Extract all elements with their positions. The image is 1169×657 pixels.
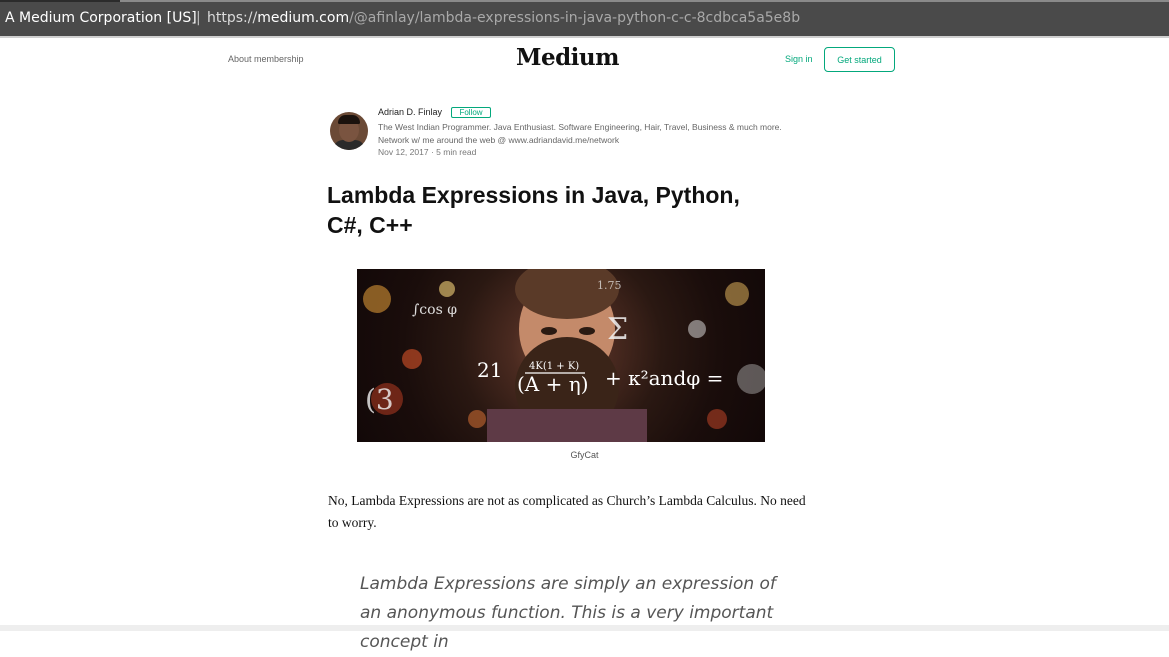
hero-image-illustration: ∫cos φ Σ (3 1.75 21 4K(1 + K) (A + η) + … <box>363 269 765 442</box>
follow-button[interactable]: Follow <box>451 107 491 118</box>
post-meta: Nov 12, 2017 · 5 min read <box>378 147 476 157</box>
article-title: Lambda Expressions in Java, Python, C#, … <box>327 182 740 238</box>
url-scheme: https:// <box>207 10 258 26</box>
url-separator: | <box>196 10 201 26</box>
url-path: /@afinlay/lambda-expressions-in-java-pyt… <box>349 10 801 26</box>
post-date[interactable]: Nov 12, 2017 <box>378 147 429 157</box>
math-main: 21 <box>477 358 502 382</box>
article-paragraph: No, Lambda Expressions are not as compli… <box>328 493 806 530</box>
get-started-button[interactable]: Get started <box>824 47 895 72</box>
browser-url-bar[interactable]: A Medium Corporation [US] | https://medi… <box>0 0 1169 38</box>
avatar-hair <box>338 115 360 124</box>
author-bio: The West Indian Programmer. Java Enthusi… <box>378 122 782 145</box>
url-host: medium.com <box>257 10 350 26</box>
sign-in-link[interactable]: Sign in <box>785 54 813 64</box>
author-avatar[interactable] <box>330 112 368 150</box>
author-name-link[interactable]: Adrian D. Finlay <box>378 107 442 117</box>
math-sigma: Σ <box>607 312 628 347</box>
article-hero-image[interactable]: ∫cos φ Σ (3 1.75 21 4K(1 + K) (A + η) + … <box>357 269 765 442</box>
url-field[interactable]: https://medium.com/@afinlay/lambda-expre… <box>207 10 800 26</box>
about-membership-link[interactable]: About membership <box>228 54 304 64</box>
math-numerator: 4K(1 + K) <box>529 361 579 372</box>
bottom-edge <box>0 625 1169 631</box>
read-time: 5 min read <box>436 147 477 157</box>
math-big3: (3 <box>365 383 394 416</box>
math-cos: ∫cos φ <box>412 302 457 318</box>
math-denominator: (A + η) <box>517 372 589 396</box>
math-misc: 1.75 <box>597 279 622 292</box>
tab-strip-line <box>120 0 1169 2</box>
math-tail: + κ²andφ = <box>605 366 723 390</box>
image-caption-row: GfyCat <box>0 450 1169 460</box>
medium-logo[interactable]: Medium <box>516 44 619 71</box>
image-caption-link[interactable]: GfyCat <box>570 450 598 460</box>
url-bar-border <box>0 36 1169 38</box>
article-pull-quote: Lambda Expressions are simply an express… <box>360 574 776 652</box>
site-identity-label[interactable]: A Medium Corporation [US] <box>5 10 197 26</box>
